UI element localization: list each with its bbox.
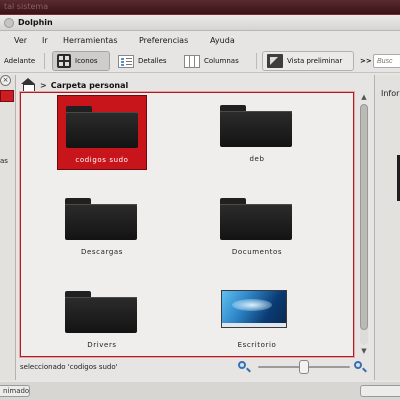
desktop-thumbnail-icon	[221, 290, 287, 328]
title-bar[interactable]: Dolphin	[0, 15, 400, 31]
zoom-out-icon[interactable]	[238, 361, 250, 373]
scroll-up-icon[interactable]: ▲	[360, 93, 368, 101]
file-item[interactable]: Drivers	[57, 281, 147, 356]
columns-label: Columnas	[204, 57, 239, 65]
desktop-background-strip: tal sistema	[0, 0, 400, 14]
information-panel: Infor	[374, 75, 400, 380]
zoom-slider[interactable]	[258, 360, 350, 374]
places-panel: × as	[0, 75, 16, 380]
menu-ver[interactable]: Ver	[14, 36, 27, 45]
view-columns-button[interactable]: Columnas	[180, 51, 243, 71]
file-item[interactable]: Descargas	[57, 188, 147, 263]
folder-icon	[220, 105, 292, 147]
menu-ayuda[interactable]: Ayuda	[210, 36, 235, 45]
scroll-down-icon[interactable]: ▼	[360, 347, 368, 355]
places-partial-label: as	[0, 157, 8, 165]
search-input[interactable]	[373, 54, 400, 68]
file-item-name: codigos sudo	[75, 156, 129, 164]
toolbar-separator	[256, 53, 257, 69]
details-label: Detalles	[138, 57, 167, 65]
close-panel-icon[interactable]: ×	[0, 75, 11, 86]
file-item[interactable]: Escritorio	[212, 281, 302, 356]
file-item[interactable]: codigos sudo	[57, 95, 147, 170]
window-title: Dolphin	[18, 18, 53, 27]
file-view-scrollbar[interactable]: ▲ ▼	[358, 92, 370, 357]
file-item-name: Drivers	[87, 341, 117, 349]
toolbar: Adelante Iconos Detalles Columnas Vista …	[0, 49, 400, 73]
breadcrumb-separator-icon[interactable]: >	[40, 81, 47, 90]
information-panel-title: Infor	[381, 89, 400, 98]
background-window-title: tal sistema	[4, 2, 49, 11]
toolbar-separator	[44, 53, 45, 69]
preview-toggle-button[interactable]: Vista preliminar	[262, 51, 354, 71]
preview-icon	[267, 54, 283, 68]
window-menu-icon[interactable]	[4, 18, 14, 28]
menu-ir[interactable]: Ir	[42, 36, 48, 45]
menu-preferencias[interactable]: Preferencias	[139, 36, 188, 45]
folder-icon	[65, 198, 137, 240]
file-item[interactable]: deb	[212, 95, 302, 170]
background-button[interactable]: nimados	[0, 385, 30, 397]
file-item-name: Descargas	[80, 248, 124, 256]
forward-label: Adelante	[4, 57, 36, 65]
overflow-chevron-icon: >>	[360, 57, 372, 65]
places-selected-item[interactable]	[0, 90, 14, 102]
menu-herramientas[interactable]: Herramientas	[63, 36, 118, 45]
background-button-right[interactable]	[360, 385, 400, 397]
folder-icon	[65, 291, 137, 333]
details-view-icon	[118, 54, 134, 68]
status-text: seleccionado 'codigos sudo'	[20, 363, 118, 371]
forward-button[interactable]: Adelante	[0, 51, 39, 71]
zoom-slider-handle[interactable]	[299, 360, 309, 374]
home-icon[interactable]	[20, 78, 36, 93]
view-details-button[interactable]: Detalles	[114, 51, 171, 71]
folder-icon	[66, 106, 138, 148]
file-item-name: Escritorio	[237, 341, 277, 349]
scrollbar-thumb[interactable]	[360, 104, 368, 330]
columns-view-icon	[184, 54, 200, 68]
file-view[interactable]: codigos sudo deb Descargas Documentos Dr…	[20, 92, 354, 357]
menu-bar: Ver Ir Herramientas Preferencias Ayuda	[0, 33, 400, 47]
icons-view-icon	[57, 54, 71, 68]
breadcrumb-location[interactable]: Carpeta personal	[51, 81, 129, 90]
icons-label: Iconos	[75, 57, 98, 65]
file-item[interactable]: Documentos	[212, 188, 302, 263]
preview-label: Vista preliminar	[287, 57, 343, 65]
status-bar: seleccionado 'codigos sudo'	[18, 360, 378, 376]
taskbar-strip: nimados	[0, 382, 400, 400]
view-icons-button[interactable]: Iconos	[52, 51, 110, 71]
file-item-name: Documentos	[231, 248, 283, 256]
folder-icon	[220, 198, 292, 240]
zoom-in-icon[interactable]	[354, 361, 366, 373]
file-item-name: deb	[249, 155, 265, 163]
